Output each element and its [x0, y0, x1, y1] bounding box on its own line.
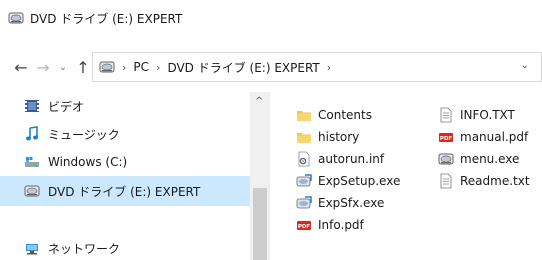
file-item-info-pdf[interactable]: PDF Info.pdf [296, 214, 364, 236]
back-button[interactable]: ← [10, 55, 32, 79]
setup-exe-icon [296, 173, 312, 189]
text-file-icon [438, 173, 454, 189]
windows-drive-icon [24, 154, 40, 170]
file-item-contents[interactable]: Contents [296, 104, 372, 126]
network-icon [24, 240, 40, 256]
file-name: manual.pdf [460, 130, 529, 144]
scroll-up-arrow-icon[interactable]: ^ [255, 96, 263, 107]
chevron-down-icon: ⌄ [58, 61, 68, 73]
file-name: history [318, 130, 360, 144]
file-name: ExpSetup.exe [318, 174, 401, 188]
sidebar-item-label: ビデオ [48, 99, 85, 114]
file-item-info-txt[interactable]: INFO.TXT [438, 104, 515, 126]
file-item-menu-exe[interactable]: menu.exe [438, 148, 519, 170]
title-bar: DVD ドライブ (E:) EXPERT [0, 0, 542, 36]
folder-icon [296, 107, 312, 123]
sidebar-item-label: ネットワーク [48, 241, 121, 256]
dvd-drive-icon [24, 183, 40, 199]
file-item-readme[interactable]: Readme.txt [438, 170, 530, 192]
pdf-icon: PDF [438, 129, 454, 145]
forward-button[interactable]: → [32, 55, 54, 79]
navigation-pane: ビデオ ミュージック Windows (C:) DVD ドライブ (E:) EX… [0, 92, 250, 260]
svg-text:PDF: PDF [298, 224, 311, 230]
breadcrumb-dvd-drive[interactable]: DVD ドライブ (E:) EXPERT [167, 59, 319, 76]
file-item-expsfx[interactable]: ExpSfx.exe [296, 192, 384, 214]
address-bar[interactable]: › PC › DVD ドライブ (E:) EXPERT › ⌄ [92, 52, 542, 82]
file-name: Readme.txt [460, 174, 530, 188]
breadcrumb-pc[interactable]: PC [133, 60, 149, 74]
file-name: menu.exe [460, 152, 520, 166]
dvd-exe-icon [438, 151, 454, 167]
scrollbar-thumb[interactable] [253, 188, 267, 260]
sidebar-item-label: DVD ドライブ (E:) EXPERT [48, 184, 201, 199]
file-name: autorun.inf [318, 152, 385, 166]
recent-locations-button[interactable]: ⌄ [54, 55, 72, 79]
up-button[interactable]: ↑ [72, 55, 94, 79]
address-dropdown-button[interactable]: ⌄ [521, 60, 529, 71]
sidebar-item-network[interactable]: ネットワーク [0, 234, 250, 260]
file-name: INFO.TXT [460, 108, 515, 122]
file-item-manual-pdf[interactable]: PDF manual.pdf [438, 126, 528, 148]
sidebar-scrollbar[interactable]: ^ [250, 92, 270, 260]
video-icon [24, 98, 40, 114]
text-file-icon [438, 107, 454, 123]
pdf-icon: PDF [296, 217, 312, 233]
dvd-drive-icon [8, 12, 24, 24]
sidebar-item-label: ミュージック [48, 127, 120, 142]
setup-exe-icon [296, 195, 312, 211]
file-item-history[interactable]: history [296, 126, 359, 148]
folder-icon [296, 129, 312, 145]
dvd-drive-icon [99, 61, 115, 73]
forward-arrow-icon: → [36, 57, 50, 77]
sidebar-item-dvd-drive[interactable]: DVD ドライブ (E:) EXPERT [0, 176, 250, 206]
up-arrow-icon: ↑ [76, 57, 90, 77]
breadcrumb-separator: › [122, 60, 127, 74]
breadcrumb-separator: › [156, 60, 161, 74]
file-name: ExpSfx.exe [318, 196, 385, 210]
window-title: DVD ドライブ (E:) EXPERT [30, 11, 183, 26]
sidebar-item-windows-c[interactable]: Windows (C:) [0, 148, 250, 176]
sidebar-item-music[interactable]: ミュージック [0, 120, 250, 148]
file-item-expsetup[interactable]: ExpSetup.exe [296, 170, 400, 192]
settings-file-icon [296, 151, 312, 167]
file-item-autorun[interactable]: autorun.inf [296, 148, 384, 170]
sidebar-item-label: Windows (C:) [48, 155, 128, 169]
navigation-bar: ← → ⌄ ↑ › PC › DVD ドライブ (E:) EXPERT › ⌄ [0, 52, 542, 82]
sidebar-item-videos[interactable]: ビデオ [0, 92, 250, 120]
file-name: Contents [318, 108, 372, 122]
back-arrow-icon: ← [14, 57, 28, 77]
svg-text:PDF: PDF [440, 136, 453, 142]
file-name: Info.pdf [318, 218, 364, 232]
music-icon [24, 126, 40, 142]
breadcrumb-separator[interactable]: › [327, 61, 331, 74]
